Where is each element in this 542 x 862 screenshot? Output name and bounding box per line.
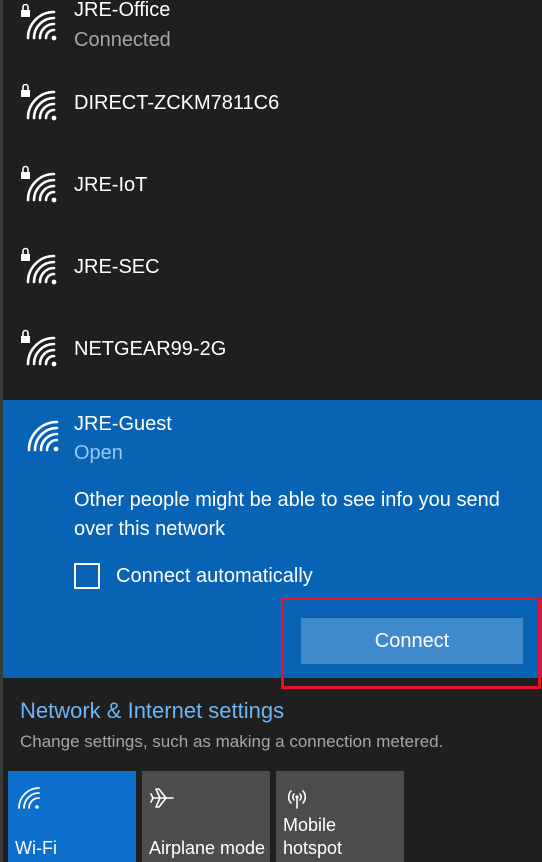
network-item-jre-sec[interactable]: JRE-SEC (0, 226, 542, 308)
wifi-open-icon (23, 414, 63, 454)
wifi-secured-icon (20, 246, 60, 286)
quick-action-label: Wi-Fi (15, 838, 57, 858)
wifi-secured-icon (20, 2, 60, 42)
connect-automatically-toggle[interactable]: Connect automatically (74, 560, 313, 592)
quick-action-mobile-hotspot[interactable]: Mobile hotspot (276, 771, 404, 862)
network-item-netgear99-2g[interactable]: NETGEAR99-2G (0, 308, 542, 390)
selected-network-panel[interactable]: JRE-Guest Open Other people might be abl… (3, 400, 542, 678)
settings-description: Change settings, such as making a connec… (20, 732, 444, 751)
wifi-secured-icon (20, 328, 60, 368)
open-network-warning: Other people might be able to see info y… (74, 489, 500, 540)
connect-button[interactable]: Connect (301, 618, 523, 664)
airplane-icon (150, 785, 176, 811)
network-name: JRE-Office (74, 0, 171, 21)
connect-automatically-label: Connect automatically (116, 564, 313, 587)
network-name: JRE-IoT (74, 174, 148, 196)
network-name: NETGEAR99-2G (74, 338, 227, 360)
network-flyout: JRE-Office Connected DIRECT-ZCKM7811C6 J… (0, 0, 542, 862)
quick-action-label: Airplane mode (149, 838, 266, 858)
network-name: JRE-SEC (74, 256, 160, 278)
network-item-direct-zckm7811c6[interactable]: DIRECT-ZCKM7811C6 (0, 62, 542, 144)
selected-network-name: JRE-Guest (74, 413, 172, 435)
wifi-secured-icon (20, 82, 60, 122)
hotspot-icon (284, 785, 310, 811)
quick-actions: Wi-Fi Airplane mode Mobile hotspot (8, 771, 542, 862)
network-internet-settings-link[interactable]: Network & Internet settings (20, 698, 284, 724)
network-name: DIRECT-ZCKM7811C6 (74, 92, 280, 114)
quick-action-wifi[interactable]: Wi-Fi (8, 771, 136, 862)
quick-action-label: Mobile hotspot (283, 815, 343, 858)
selected-network-status: Open (74, 442, 123, 464)
wifi-secured-icon (20, 164, 60, 204)
network-status: Connected (74, 29, 171, 51)
wifi-icon (16, 785, 42, 811)
network-item-jre-iot[interactable]: JRE-IoT (0, 144, 542, 226)
quick-action-airplane-mode[interactable]: Airplane mode (142, 771, 270, 862)
connect-automatically-checkbox[interactable] (74, 563, 100, 589)
